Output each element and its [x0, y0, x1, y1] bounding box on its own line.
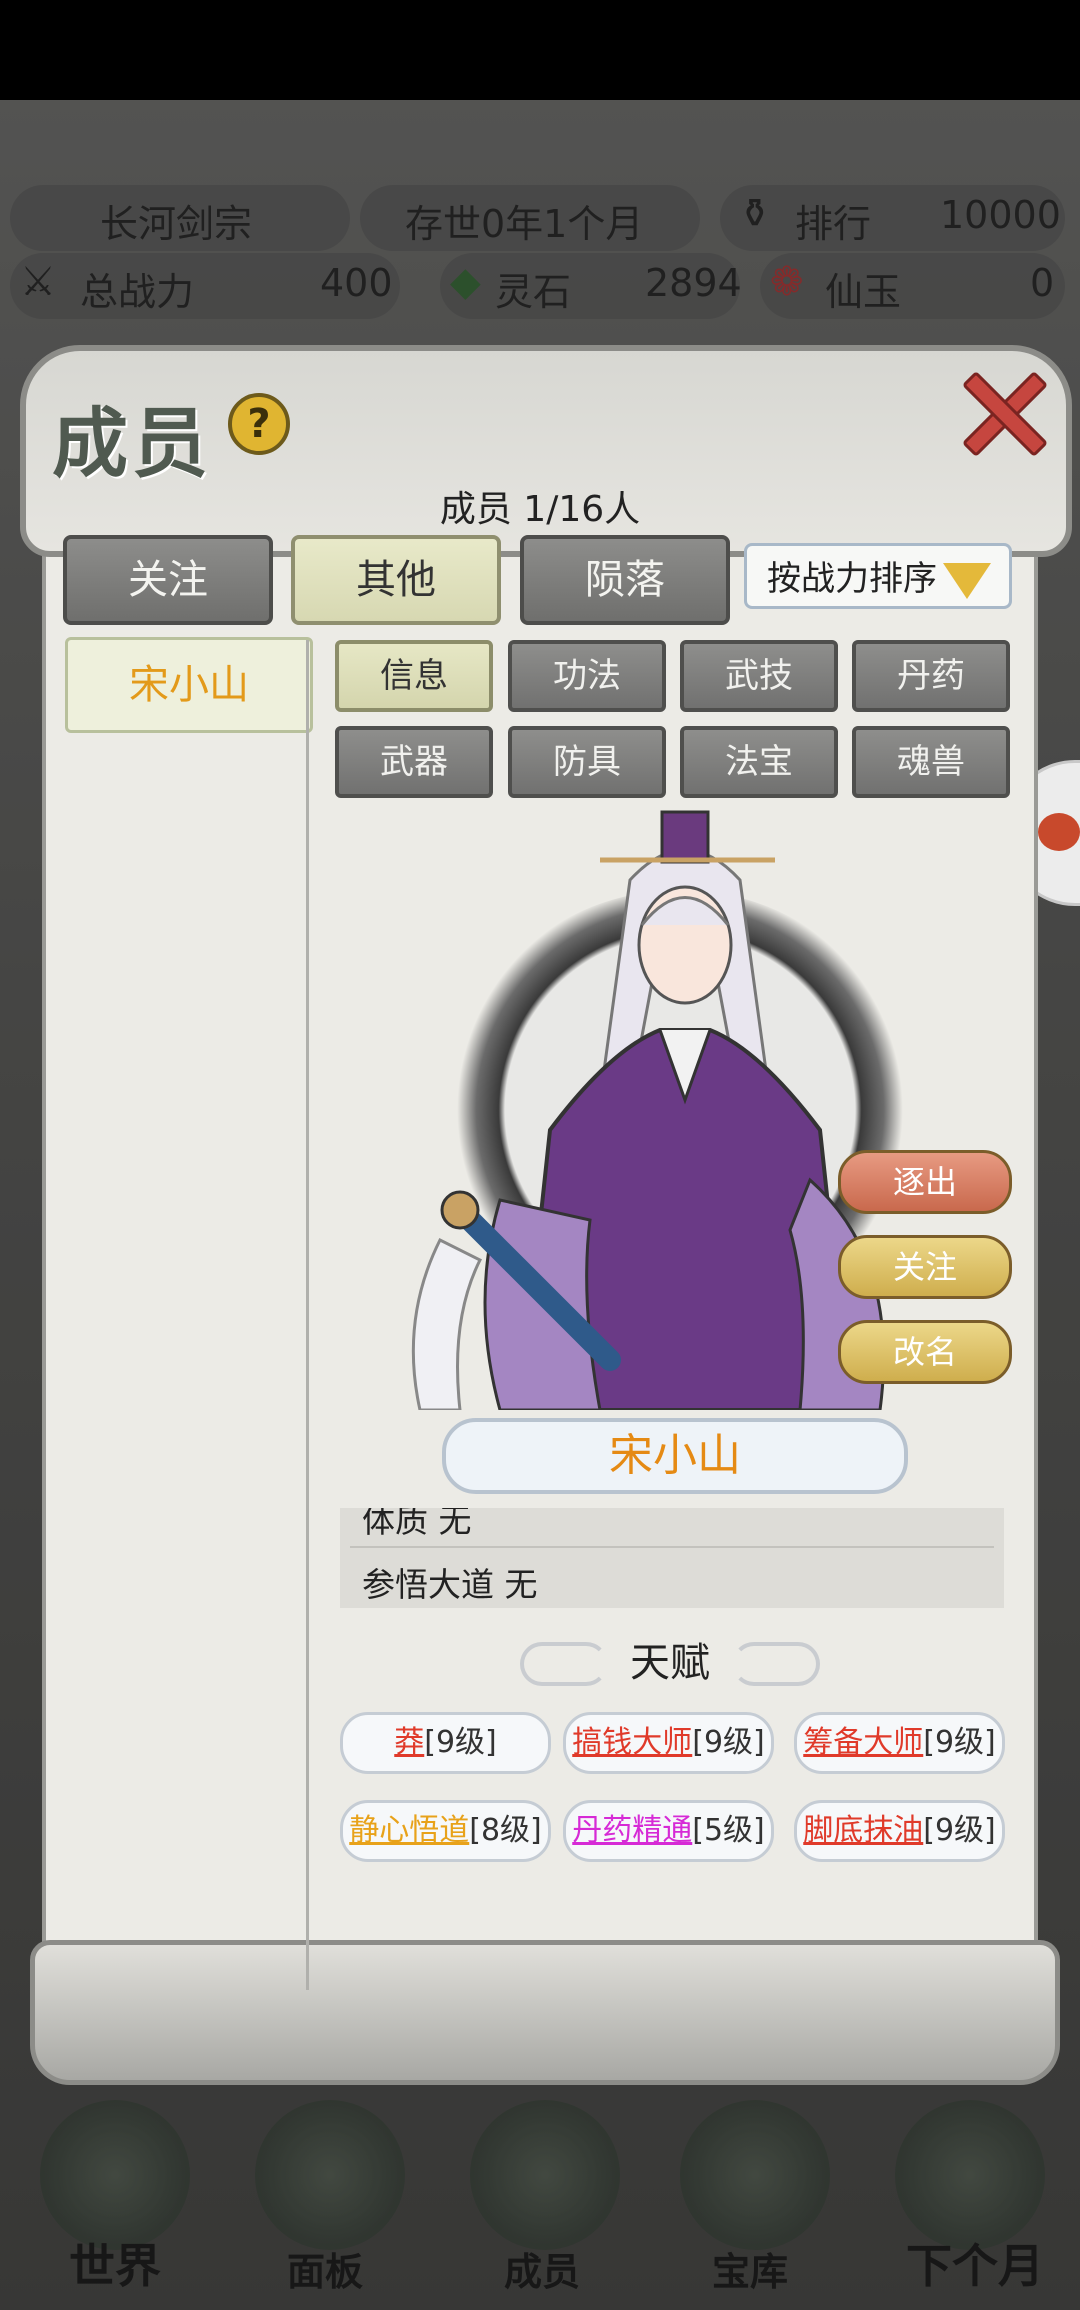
subtab-soul-beast[interactable]: 魂兽	[852, 726, 1010, 798]
talent-chip[interactable]: 丹药精通[5级]	[563, 1800, 774, 1862]
tab-following[interactable]: 关注	[63, 535, 273, 625]
curl-right-ornament	[732, 1642, 820, 1686]
curl-left-ornament	[520, 1642, 608, 1686]
talent-level: [9级]	[692, 1725, 765, 1760]
talent-chip[interactable]: 莽[9级]	[340, 1712, 551, 1774]
dropdown-arrow-icon	[943, 563, 991, 599]
info-row-dao: 参悟大道 无	[362, 1565, 538, 1604]
talent-level: [5级]	[692, 1813, 765, 1848]
info-divider	[350, 1546, 994, 1548]
talent-name: 搞钱大师	[572, 1725, 693, 1760]
talent-level: [9级]	[424, 1725, 497, 1760]
member-count: 成员 1/16人	[439, 489, 641, 530]
subtab-treasure[interactable]: 法宝	[680, 726, 838, 798]
talent-chip[interactable]: 筹备大师[9级]	[794, 1712, 1005, 1774]
info-row-constitution: 体质 无	[362, 1508, 472, 1540]
talent-level: [8级]	[469, 1813, 542, 1848]
expel-button[interactable]: 逐出	[838, 1150, 1012, 1214]
follow-button[interactable]: 关注	[838, 1235, 1012, 1299]
sort-label: 按战力排序	[767, 559, 937, 599]
help-icon[interactable]: ?	[228, 393, 290, 455]
talent-chip[interactable]: 脚底抹油[9级]	[794, 1800, 1005, 1862]
talent-level: [9级]	[923, 1813, 996, 1848]
tab-fallen[interactable]: 陨落	[520, 535, 730, 625]
sort-dropdown[interactable]: 按战力排序	[744, 543, 1012, 609]
member-item[interactable]: 宋小山	[65, 637, 313, 733]
subtab-skills[interactable]: 功法	[508, 640, 666, 712]
info-scroll-box: 体质 无 参悟大道 无	[340, 1508, 1004, 1608]
character-name: 宋小山	[442, 1418, 908, 1494]
status-bar	[0, 0, 1080, 100]
character-figure	[411, 810, 886, 1410]
subtab-martial-arts[interactable]: 武技	[680, 640, 838, 712]
subtab-weapon[interactable]: 武器	[335, 726, 493, 798]
talent-title: 天赋	[630, 1640, 710, 1686]
subtab-armor[interactable]: 防具	[508, 726, 666, 798]
talent-chip[interactable]: 静心悟道[8级]	[340, 1800, 551, 1862]
character-portrait	[380, 800, 990, 1410]
tab-other[interactable]: 其他	[291, 535, 501, 625]
list-divider	[306, 640, 309, 1990]
talent-header: 天赋	[520, 1630, 820, 1696]
talent-name: 莽	[394, 1725, 425, 1760]
subtab-pills[interactable]: 丹药	[852, 640, 1010, 712]
talent-name: 丹药精通	[572, 1813, 693, 1848]
talent-name: 筹备大师	[803, 1725, 924, 1760]
panel-title: 成员	[52, 399, 212, 488]
talent-level: [9级]	[923, 1725, 996, 1760]
talent-chip[interactable]: 搞钱大师[9级]	[563, 1712, 774, 1774]
subtab-info[interactable]: 信息	[335, 640, 493, 712]
talent-name: 静心悟道	[349, 1813, 470, 1848]
side-float-icon	[1038, 813, 1080, 851]
close-icon[interactable]	[955, 365, 1045, 455]
member-list: 宋小山	[65, 637, 313, 1987]
talent-name: 脚底抹油	[803, 1813, 924, 1848]
rename-button[interactable]: 改名	[838, 1320, 1012, 1384]
